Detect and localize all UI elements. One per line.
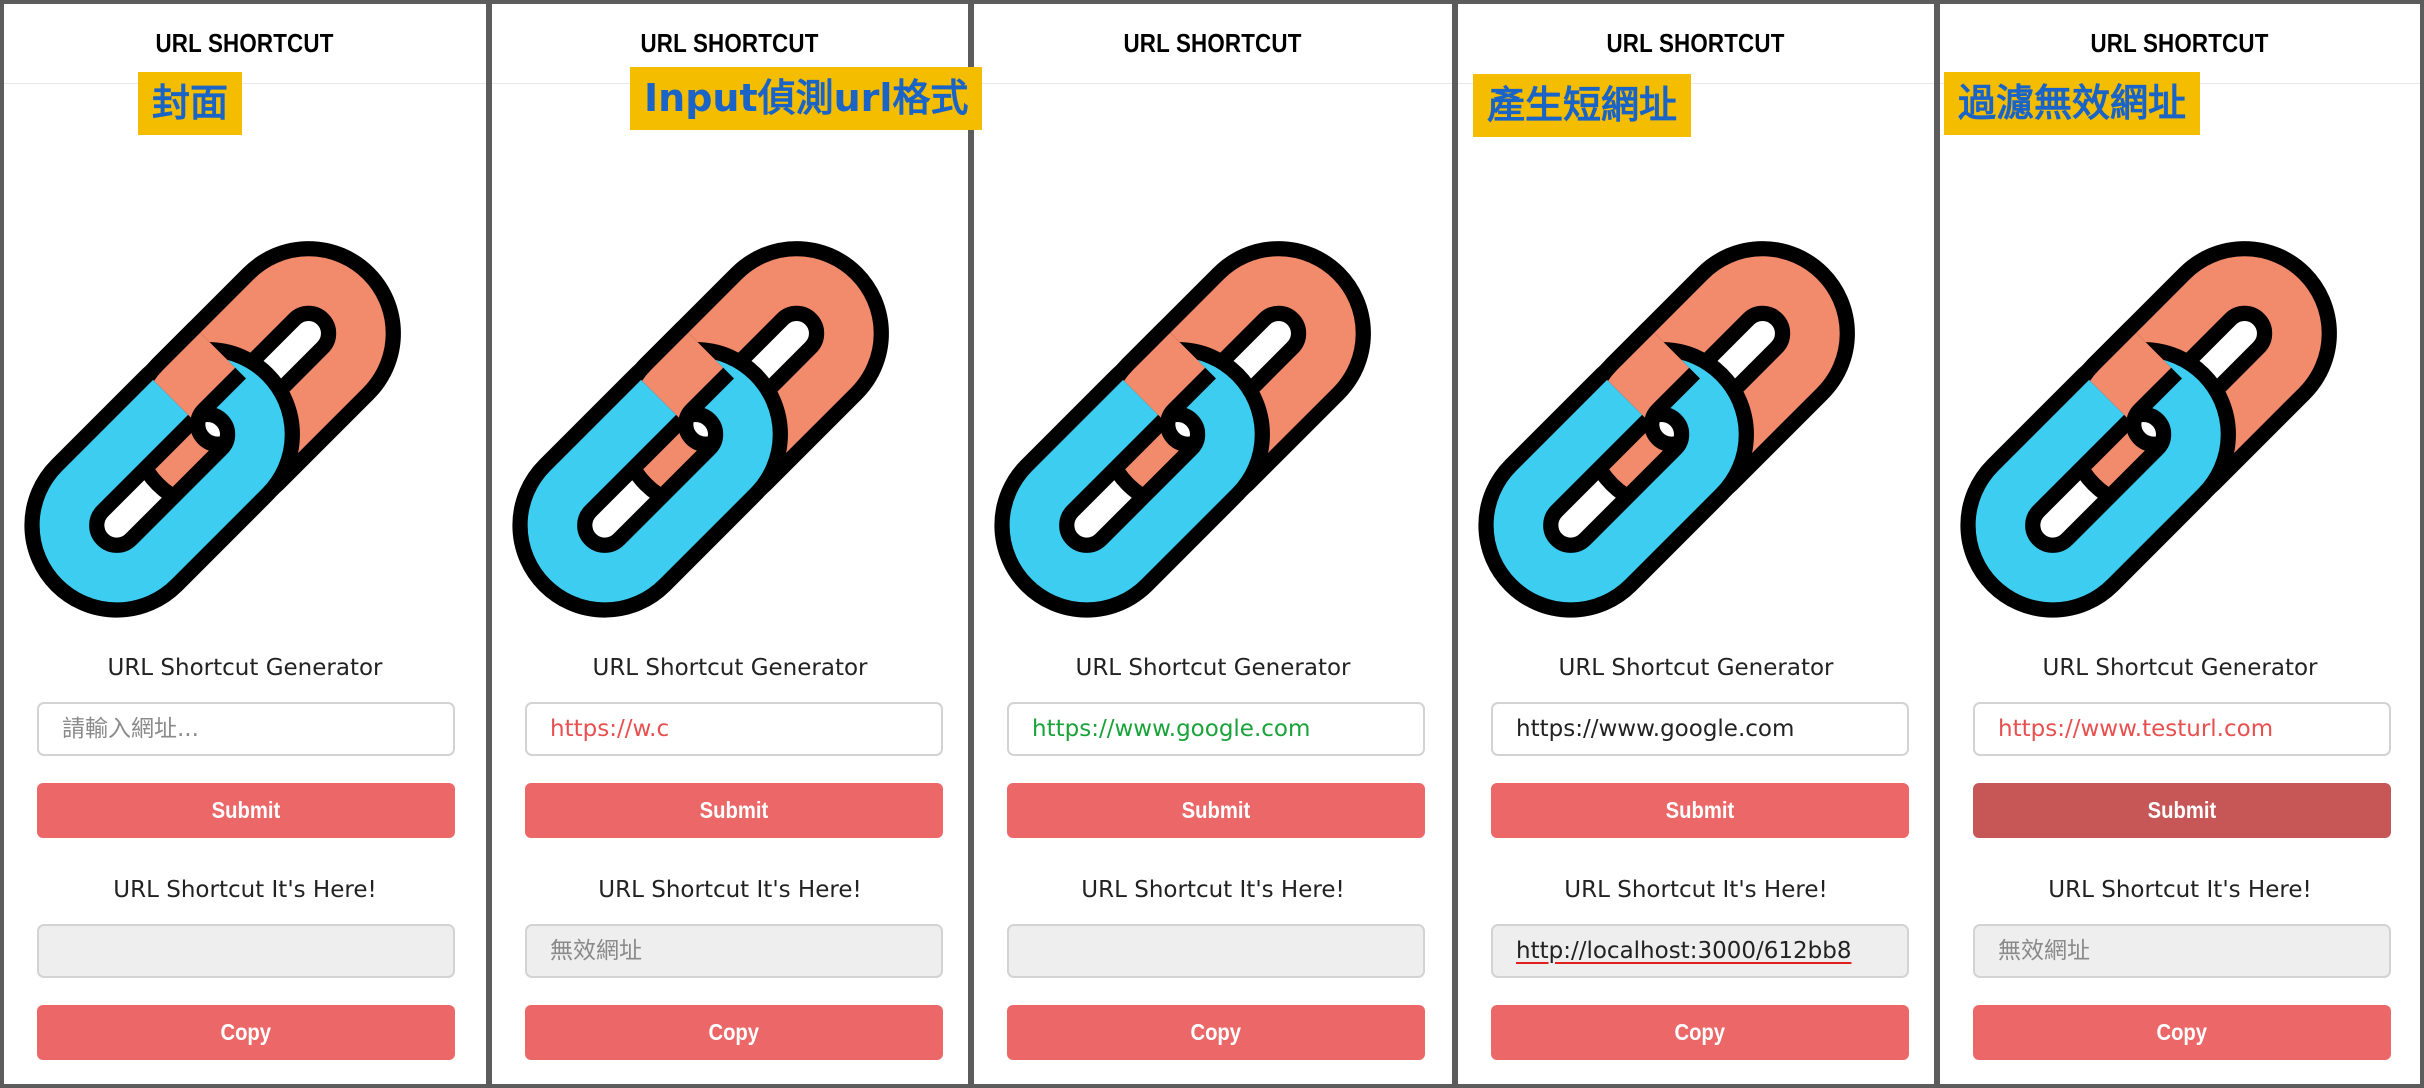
submit-label: Submit	[2147, 797, 2217, 823]
chain-link-icon	[498, 156, 972, 632]
chain-link-icon	[10, 156, 486, 632]
submit-label: Submit	[211, 797, 281, 823]
url-input-value: https://w.c	[550, 716, 670, 742]
copy-label: Copy	[708, 1019, 760, 1045]
result-title: URL Shortcut It's Here!	[598, 877, 862, 903]
app-title: URL SHORTCUT	[2090, 28, 2270, 58]
app-screen-1: URL SHORTCUT URL Shortcut Generator 請輸入網…	[0, 0, 490, 1088]
copy-label: Copy	[1674, 1019, 1726, 1045]
app-screen-5: URL SHORTCUT URL Shortcut Generator http…	[1936, 0, 2424, 1088]
short-url-placeholder: 無效網址	[1998, 938, 2090, 964]
feature-tag: Input偵測url格式	[630, 67, 983, 130]
feature-tag: 過濾無效網址	[1944, 72, 2201, 135]
url-input[interactable]: https://www.google.com	[1491, 702, 1909, 756]
short-url-output[interactable]: http://localhost:3000/612bb8	[1491, 924, 1909, 978]
submit-button[interactable]: Submit	[1007, 783, 1425, 838]
app-header: URL SHORTCUT	[1458, 4, 1934, 84]
url-input-value: https://www.google.com	[1032, 716, 1311, 742]
copy-button[interactable]: Copy	[525, 1005, 943, 1060]
submit-label: Submit	[1181, 797, 1251, 823]
url-input-placeholder: 請輸入網址...	[62, 716, 199, 742]
app-screen-3: URL SHORTCUT URL Shortcut Generator http…	[970, 0, 1456, 1088]
result-title: URL Shortcut It's Here!	[113, 877, 377, 903]
chain-link-icon	[980, 156, 1456, 632]
copy-label: Copy	[2156, 1019, 2208, 1045]
app-title: URL SHORTCUT	[155, 28, 335, 58]
short-url-output[interactable]: 無效網址	[525, 924, 943, 978]
chain-link-icon	[1464, 156, 1938, 632]
result-title: URL Shortcut It's Here!	[1081, 877, 1345, 903]
chain-link-icon	[980, 156, 1456, 632]
copy-button[interactable]: Copy	[1007, 1005, 1425, 1060]
submit-button[interactable]: Submit	[1491, 783, 1909, 838]
short-url-output[interactable]: 無效網址	[1973, 924, 2391, 978]
url-input[interactable]: https://w.c	[525, 702, 943, 756]
url-input[interactable]: 請輸入網址...	[37, 702, 455, 756]
copy-label: Copy	[1190, 1019, 1242, 1045]
app-screen-2: URL SHORTCUT URL Shortcut Generator http…	[488, 0, 972, 1088]
chain-link-icon	[498, 156, 972, 632]
chain-link-icon	[1946, 156, 2422, 632]
submit-label: Submit	[699, 797, 769, 823]
url-input-value: https://www.testurl.com	[1998, 716, 2274, 742]
url-input-value: https://www.google.com	[1516, 716, 1795, 742]
app-header: URL SHORTCUT	[4, 4, 486, 84]
copy-button[interactable]: Copy	[1973, 1005, 2391, 1060]
copy-label: Copy	[220, 1019, 272, 1045]
generator-title: URL Shortcut Generator	[2042, 655, 2318, 681]
short-url-value: http://localhost:3000/612bb8	[1516, 938, 1852, 964]
copy-button[interactable]: Copy	[1491, 1005, 1909, 1060]
generator-title: URL Shortcut Generator	[592, 655, 868, 681]
short-url-output[interactable]	[37, 924, 455, 978]
chain-link-icon	[10, 156, 486, 632]
submit-button[interactable]: Submit	[1973, 783, 2391, 838]
submit-label: Submit	[1665, 797, 1735, 823]
app-header: URL SHORTCUT	[974, 4, 1452, 84]
feature-tag: 產生短網址	[1473, 74, 1692, 137]
url-input[interactable]: https://www.google.com	[1007, 702, 1425, 756]
generator-title: URL Shortcut Generator	[1075, 655, 1351, 681]
url-input[interactable]: https://www.testurl.com	[1973, 702, 2391, 756]
generator-title: URL Shortcut Generator	[107, 655, 383, 681]
app-title: URL SHORTCUT	[1606, 28, 1786, 58]
app-screen-4: URL SHORTCUT URL Shortcut Generator http…	[1454, 0, 1938, 1088]
short-url-placeholder: 無效網址	[550, 938, 642, 964]
app-title: URL SHORTCUT	[1123, 28, 1303, 58]
generator-title: URL Shortcut Generator	[1558, 655, 1834, 681]
feature-tag: 封面	[138, 72, 243, 135]
submit-button[interactable]: Submit	[37, 783, 455, 838]
chain-link-icon	[1464, 156, 1938, 632]
result-title: URL Shortcut It's Here!	[2048, 877, 2312, 903]
submit-button[interactable]: Submit	[525, 783, 943, 838]
short-url-output[interactable]	[1007, 924, 1425, 978]
app-title: URL SHORTCUT	[640, 28, 820, 58]
result-title: URL Shortcut It's Here!	[1564, 877, 1828, 903]
chain-link-icon	[1946, 156, 2422, 632]
copy-button[interactable]: Copy	[37, 1005, 455, 1060]
